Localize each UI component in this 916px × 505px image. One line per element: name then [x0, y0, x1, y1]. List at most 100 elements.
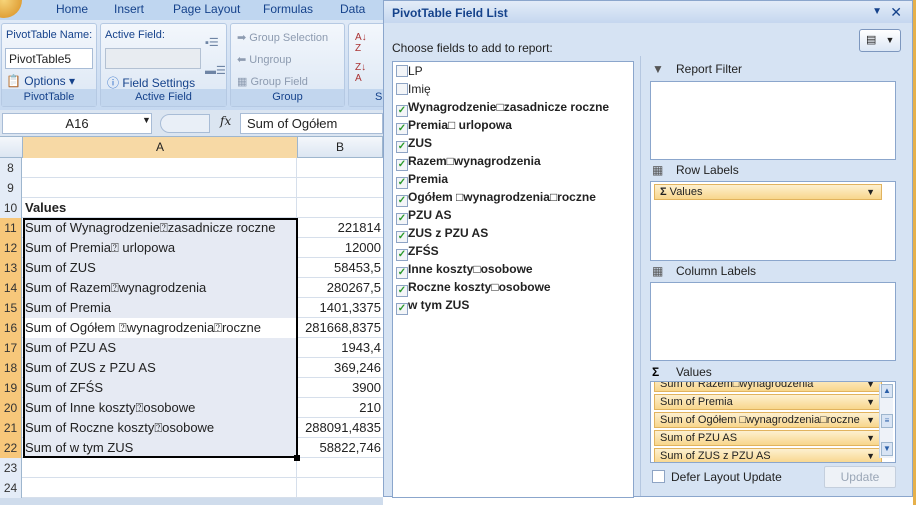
- name-box-dropdown-icon[interactable]: ▼: [142, 115, 151, 125]
- dropdown-icon[interactable]: ▼: [866, 413, 875, 427]
- row-header[interactable]: 17: [0, 338, 22, 358]
- value-item[interactable]: Sum of Ogółem □wynagrodzenia□roczne ▼: [654, 412, 882, 428]
- panel-divider[interactable]: [640, 56, 641, 496]
- dropdown-icon[interactable]: ▼: [866, 449, 875, 462]
- row-header[interactable]: 14: [0, 278, 22, 298]
- scroll-down-icon[interactable]: ▼: [881, 442, 893, 456]
- dropdown-icon[interactable]: ▼: [866, 395, 875, 409]
- cell-b[interactable]: 58822,746: [298, 438, 383, 458]
- checkbox-checked[interactable]: ✓: [396, 177, 408, 189]
- row-header[interactable]: 22: [0, 438, 22, 458]
- checkbox-checked[interactable]: ✓: [396, 141, 408, 153]
- tab-formulas[interactable]: Formulas: [263, 2, 313, 16]
- cell-a[interactable]: Sum of Roczne koszty⍰osobowe: [23, 418, 297, 438]
- row-labels-area[interactable]: Σ Values ▼: [650, 181, 896, 261]
- field-item[interactable]: ✓ Premia: [396, 172, 448, 190]
- dropdown-icon[interactable]: ▼: [866, 382, 875, 391]
- scroll-up-icon[interactable]: ▲: [881, 384, 893, 398]
- cell-b[interactable]: [298, 458, 383, 478]
- scroll-thumb[interactable]: ≡: [881, 414, 893, 428]
- field-item[interactable]: ✓ Razem□wynagrodzenia: [396, 154, 541, 172]
- cell-a[interactable]: [23, 458, 297, 478]
- checkbox-checked[interactable]: ✓: [396, 159, 408, 171]
- row-header[interactable]: 15: [0, 298, 22, 318]
- cell-a[interactable]: Sum of Wynagrodzenie⍰zasadnicze roczne: [23, 218, 297, 238]
- tab-insert[interactable]: Insert: [114, 2, 144, 16]
- cell-a[interactable]: Sum of Inne koszty⍰osobowe: [23, 398, 297, 418]
- field-item[interactable]: ✓ w tym ZUS: [396, 298, 469, 316]
- expand-field-icon[interactable]: ▪☰: [205, 36, 219, 49]
- cell-b[interactable]: 369,246: [298, 358, 383, 378]
- field-item[interactable]: ✓ Ogółem □wynagrodzenia□roczne: [396, 190, 596, 208]
- field-item[interactable]: ✓ Premia□ urlopowa: [396, 118, 512, 136]
- field-item[interactable]: Imię: [396, 82, 431, 100]
- values-scrollbar[interactable]: ▲ ≡ ▼: [879, 384, 893, 458]
- select-all-corner[interactable]: [0, 137, 23, 158]
- field-item[interactable]: ✓ PZU AS: [396, 208, 452, 226]
- sheet-tabs-bar[interactable]: [0, 498, 383, 505]
- pivottable-name-input[interactable]: PivotTable5: [5, 48, 93, 69]
- insert-function-icon[interactable]: fx: [220, 114, 231, 128]
- collapse-field-icon[interactable]: ▬☰: [205, 64, 226, 77]
- checkbox-checked[interactable]: ✓: [396, 105, 408, 117]
- cell-b[interactable]: 12000: [298, 238, 383, 258]
- field-item[interactable]: LP: [396, 64, 423, 82]
- cell-b[interactable]: 210: [298, 398, 383, 418]
- row-header[interactable]: 16: [0, 318, 22, 338]
- cell-a[interactable]: Sum of ZUS: [23, 258, 297, 278]
- active-field-input[interactable]: [105, 48, 201, 69]
- formula-input[interactable]: Sum of Ogółem: [240, 113, 383, 134]
- row-header[interactable]: 24: [0, 478, 22, 498]
- field-item[interactable]: ✓ ZUS: [396, 136, 432, 154]
- value-item[interactable]: Sum of Razem□wynagrodzenia ▼: [654, 382, 882, 392]
- update-button[interactable]: Update: [824, 466, 896, 488]
- cell-b[interactable]: 1401,3375: [298, 298, 383, 318]
- row-header[interactable]: 12: [0, 238, 22, 258]
- field-item[interactable]: ✓ ZUS z PZU AS: [396, 226, 488, 244]
- row-header[interactable]: 11: [0, 218, 22, 238]
- checkbox-checked[interactable]: ✓: [396, 267, 408, 279]
- cell-b[interactable]: 280267,5: [298, 278, 383, 298]
- value-item[interactable]: Sum of PZU AS ▼: [654, 430, 882, 446]
- values-area[interactable]: Sum of ZUS z PZU AS ▼ Sum of PZU AS ▼ Sum of…: [650, 381, 896, 463]
- cell-b[interactable]: 3900: [298, 378, 383, 398]
- cell-b[interactable]: [298, 178, 383, 198]
- cell-a[interactable]: Sum of ZUS z PZU AS: [23, 358, 297, 378]
- close-icon[interactable]: ✕: [890, 4, 902, 21]
- group-field-button[interactable]: ▦ Group Field: [237, 75, 308, 88]
- tab-home[interactable]: Home: [56, 2, 88, 16]
- checkbox-checked[interactable]: ✓: [396, 213, 408, 225]
- row-header[interactable]: 23: [0, 458, 22, 478]
- checkbox-checked[interactable]: ✓: [396, 303, 408, 315]
- field-item[interactable]: ✓ Wynagrodzenie□zasadnicze roczne: [396, 100, 609, 118]
- checkbox-checked[interactable]: ✓: [396, 249, 408, 261]
- report-filter-area[interactable]: [650, 81, 896, 160]
- row-header[interactable]: 9: [0, 178, 22, 198]
- cell-a[interactable]: Sum of Premia⍰ urlopowa: [23, 238, 297, 258]
- cell-a[interactable]: [23, 478, 297, 498]
- layout-view-button[interactable]: ▤ ▼: [859, 29, 901, 52]
- tab-data[interactable]: Data: [340, 2, 365, 16]
- row-header[interactable]: 10: [0, 198, 22, 218]
- cell-a[interactable]: Sum of Ogółem ⍰wynagrodzenia⍰roczne: [23, 318, 297, 338]
- cell-a[interactable]: Sum of w tym ZUS: [23, 438, 297, 458]
- tab-page-layout[interactable]: Page Layout: [173, 2, 240, 16]
- checkbox-checked[interactable]: ✓: [396, 195, 408, 207]
- row-header[interactable]: 19: [0, 378, 22, 398]
- sort-az-icon[interactable]: A↓ Z: [355, 32, 367, 54]
- row-header[interactable]: 8: [0, 158, 22, 178]
- row-header[interactable]: 21: [0, 418, 22, 438]
- cell-b[interactable]: 221814: [298, 218, 383, 238]
- field-item[interactable]: ✓ Roczne koszty□osobowe: [396, 280, 551, 298]
- defer-layout-checkbox[interactable]: Defer Layout Update: [652, 470, 782, 484]
- checkbox[interactable]: [396, 65, 408, 77]
- cell-a[interactable]: Sum of Premia: [23, 298, 297, 318]
- checkbox[interactable]: [396, 83, 408, 95]
- value-item[interactable]: Sum of Premia ▼: [654, 394, 882, 410]
- group-selection-button[interactable]: ➡ Group Selection: [237, 31, 328, 44]
- cell-b[interactable]: [298, 198, 383, 218]
- checkbox-checked[interactable]: ✓: [396, 123, 408, 135]
- cell-a[interactable]: Sum of PZU AS: [23, 338, 297, 358]
- checkbox-checked[interactable]: ✓: [396, 231, 408, 243]
- row-item-values[interactable]: Σ Values ▼: [654, 184, 882, 200]
